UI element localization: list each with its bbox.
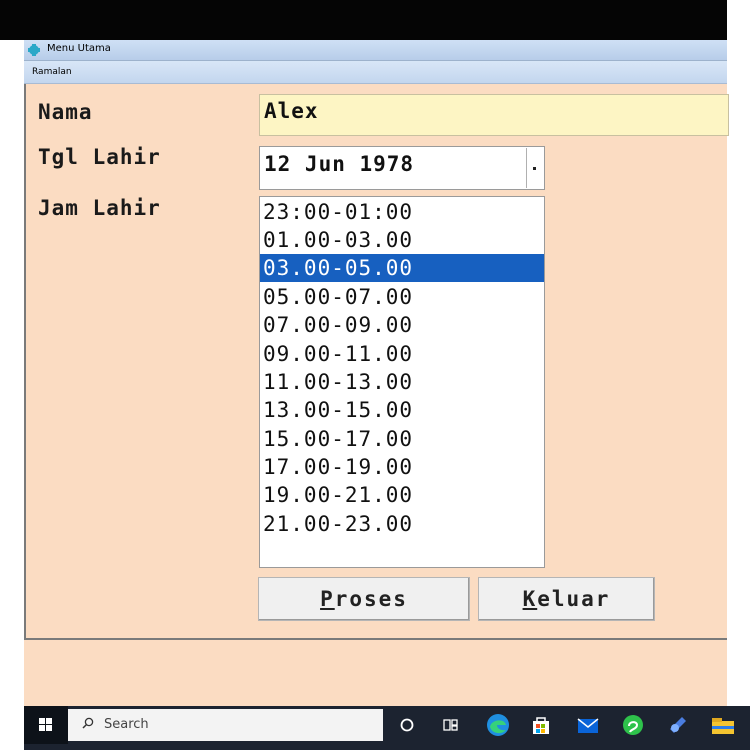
title-bar[interactable]: Menu Utama [24,40,727,61]
keluar-hotkey: K [522,587,538,611]
list-item[interactable]: 01.00-03.00 [260,226,544,254]
list-item[interactable]: 11.00-13.00 [260,368,544,396]
jam-lahir-listbox[interactable]: 23:00-01:00 01.00-03.00 03.00-05.00 05.0… [259,196,545,568]
list-item[interactable]: 19.00-21.00 [260,481,544,509]
black-top-bar [0,0,727,40]
tgl-lahir-picker[interactable]: 12 Jun 1978 [259,146,545,190]
list-item[interactable]: 09.00-11.00 [260,340,544,368]
list-item[interactable]: 15.00-17.00 [260,425,544,453]
app-icon[interactable] [621,713,645,737]
proses-hotkey: P [320,587,335,611]
cortana-icon[interactable] [396,714,418,736]
list-item[interactable]: 07.00-09.00 [260,311,544,339]
edge-icon[interactable] [485,712,511,738]
proses-button[interactable]: Proses [258,577,470,621]
start-button[interactable] [24,706,68,744]
task-view-icon[interactable] [440,714,462,736]
app-icon [28,44,40,56]
search-icon [82,717,94,729]
tgl-lahir-value: 12 Jun 1978 [264,152,415,176]
mail-icon[interactable] [576,714,600,736]
nama-field[interactable]: Alex [259,94,729,136]
list-item-selected[interactable]: 03.00-05.00 [260,254,544,282]
list-item[interactable]: 17.00-19.00 [260,453,544,481]
search-placeholder: Search [104,717,149,732]
main-window: Menu Utama Ramalan Nama Alex Tgl Lahir 1… [24,40,729,706]
taskbar-search[interactable]: Search [68,709,383,741]
app-icon[interactable] [666,713,690,737]
keluar-button[interactable]: Keluar [478,577,655,621]
window-title: Menu Utama [47,43,111,54]
subwindow-title-bar[interactable]: Ramalan [24,61,727,84]
left-margin [0,40,24,706]
taskbar: Search [0,706,750,750]
list-item[interactable]: 23:00-01:00 [260,198,544,226]
windows-start-icon [39,718,52,731]
taskbar-left-margin [0,706,24,750]
store-icon[interactable] [530,714,552,736]
date-dropdown-button[interactable] [526,148,543,188]
list-item[interactable]: 13.00-15.00 [260,396,544,424]
proses-label: roses [334,587,408,611]
list-item[interactable]: 05.00-07.00 [260,283,544,311]
nama-label: Nama [38,100,93,124]
file-explorer-icon[interactable] [710,714,736,736]
ramalan-form: Nama Alex Tgl Lahir 12 Jun 1978 Jam Lahi… [24,84,729,640]
keluar-label: eluar [537,587,611,611]
jam-lahir-label: Jam Lahir [38,196,161,220]
right-margin [727,0,750,706]
tgl-lahir-label: Tgl Lahir [38,145,161,169]
list-item[interactable]: 21.00-23.00 [260,510,544,538]
subwindow-title: Ramalan [32,67,72,77]
